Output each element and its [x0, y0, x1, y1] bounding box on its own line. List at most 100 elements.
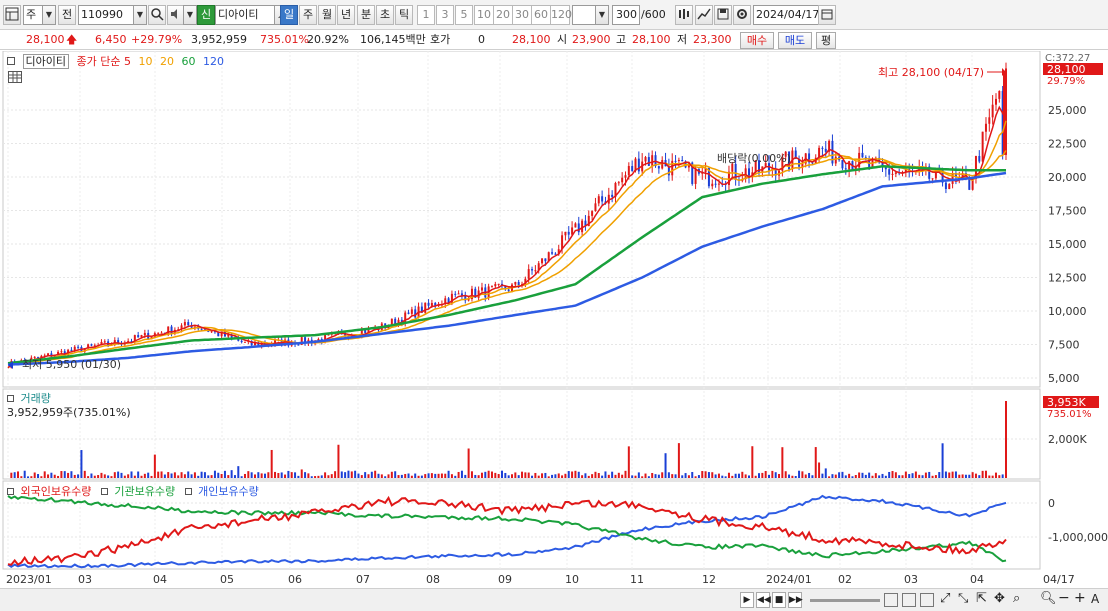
legend-inst-box-icon[interactable] [100, 488, 108, 495]
num-3-button[interactable]: 3 [436, 5, 454, 25]
interval-month[interactable]: 월 [318, 5, 336, 25]
zoom-search-icon[interactable]: ⌕ [1013, 591, 1020, 606]
candle-body [70, 349, 73, 351]
legend-ma-title[interactable]: 종가 단순 5 [76, 55, 130, 68]
volume-bar [868, 472, 871, 478]
save-icon[interactable] [714, 5, 732, 25]
calendar-icon[interactable] [818, 5, 836, 25]
volume-bar [671, 474, 674, 478]
num-20-button[interactable]: 20 [493, 5, 513, 25]
cursor-icon[interactable]: ⇱ [976, 591, 987, 606]
volume-bar [380, 474, 383, 478]
grid-view-icon[interactable] [920, 593, 934, 607]
volume-bar [611, 471, 614, 478]
legend-foreign[interactable]: 외국인보유수량 [21, 485, 92, 498]
legend-ma10[interactable]: 10 [138, 55, 152, 68]
num-60-button[interactable]: 60 [531, 5, 551, 25]
scroll-right-icon[interactable]: ▶ [740, 592, 754, 608]
volume-bar [774, 472, 777, 478]
legend-personal[interactable]: 개인보유수량 [198, 485, 259, 498]
speaker-dropdown-icon[interactable]: ▼ [183, 5, 197, 25]
zoom-box-icon[interactable] [884, 593, 898, 607]
legend-personal-box-icon[interactable] [184, 488, 192, 495]
candle-body [834, 156, 837, 164]
volume-bar [53, 474, 56, 478]
legend-box-icon[interactable] [7, 57, 15, 65]
period-select[interactable]: 주 [23, 5, 43, 25]
candle-body [137, 335, 140, 338]
eval-button[interactable]: 평 [816, 32, 836, 49]
legend-inst[interactable]: 기관보유수량 [114, 485, 175, 498]
candle-body [948, 183, 951, 190]
search-icon[interactable] [148, 5, 166, 25]
count-input[interactable]: 300 [612, 5, 640, 25]
stock-code-input[interactable]: 110990 [78, 5, 134, 25]
interval-second[interactable]: 초 [376, 5, 394, 25]
volume-legend-box-icon[interactable] [7, 395, 14, 402]
num-1-button[interactable]: 1 [417, 5, 435, 25]
chart-layout-icon[interactable] [3, 5, 21, 25]
stock-name-field[interactable]: 디아이티 [215, 5, 275, 25]
magnify-icon[interactable]: 🔍︎ [1040, 591, 1057, 606]
volume-bar [717, 473, 720, 478]
legend-ma20[interactable]: 20 [160, 55, 174, 68]
volume-bar [954, 471, 957, 478]
candle-body [888, 169, 891, 175]
interval-day[interactable]: 일 [280, 5, 298, 25]
volume-bar [567, 471, 570, 478]
indicator-icon[interactable] [675, 5, 693, 25]
legend-stock-name[interactable]: 디아이티 [22, 54, 69, 69]
expand-icon[interactable]: ⤢ [940, 591, 950, 606]
plus-icon[interactable]: + [1074, 590, 1086, 606]
volume-bar [517, 475, 520, 478]
candle-body [554, 253, 557, 255]
num-30-button[interactable]: 30 [512, 5, 532, 25]
layout-icon[interactable] [902, 593, 916, 607]
interval-year[interactable]: 년 [337, 5, 355, 25]
legend-ma120[interactable]: 120 [203, 55, 224, 68]
legend-ma60[interactable]: 60 [181, 55, 195, 68]
volume-bar [147, 472, 150, 478]
zoom-slider[interactable] [810, 599, 880, 602]
ownership-legend-box-icon[interactable] [7, 488, 14, 495]
volume-bar [390, 471, 393, 478]
settings-icon[interactable] [733, 5, 751, 25]
interval-week[interactable]: 주 [299, 5, 317, 25]
candle-body [551, 252, 554, 254]
volume-bar [811, 475, 814, 478]
fast-forward-icon[interactable]: ▶▶ [788, 592, 803, 608]
stop-icon[interactable]: ■ [772, 592, 786, 608]
volume-bar [417, 475, 420, 478]
draw-tool-icon[interactable] [695, 5, 713, 25]
volume-bar [637, 472, 640, 478]
volume-bar [838, 472, 841, 478]
buy-button[interactable]: 매수 [740, 32, 774, 49]
pan-icon[interactable]: ✥ [994, 591, 1005, 606]
prev-button[interactable]: 전 [58, 5, 76, 25]
num-5-button[interactable]: 5 [455, 5, 473, 25]
candle-body [931, 178, 934, 180]
rewind-icon[interactable]: ◀◀ [756, 592, 771, 608]
table-view-icon[interactable] [8, 71, 22, 83]
text-size-label[interactable]: A [1091, 592, 1099, 606]
volume-tag: 3,953K [1047, 396, 1086, 409]
interval-minute[interactable]: 분 [357, 5, 375, 25]
period-dropdown-icon[interactable]: ▼ [42, 5, 56, 25]
num-120-button[interactable]: 120 [550, 5, 572, 25]
interval-tick[interactable]: 틱 [395, 5, 413, 25]
minus-icon[interactable]: − [1058, 590, 1070, 606]
sell-button[interactable]: 매도 [778, 32, 812, 49]
date-input[interactable]: 2024/04/17 [753, 5, 819, 25]
volume-bar [327, 475, 330, 478]
volume-bar [544, 472, 547, 478]
custom-num-dropdown-icon[interactable]: ▼ [595, 5, 609, 25]
num-10-button[interactable]: 10 [474, 5, 494, 25]
volume-bar [420, 475, 423, 478]
x-axis-label: 04 [153, 573, 167, 586]
code-dropdown-icon[interactable]: ▼ [133, 5, 147, 25]
shrink-icon[interactable]: ⤡ [958, 591, 968, 606]
candle-body [694, 169, 697, 184]
custom-num-input[interactable] [572, 5, 596, 25]
candle-body [77, 346, 80, 348]
volume-axis-label: 2,000K [1048, 433, 1087, 446]
